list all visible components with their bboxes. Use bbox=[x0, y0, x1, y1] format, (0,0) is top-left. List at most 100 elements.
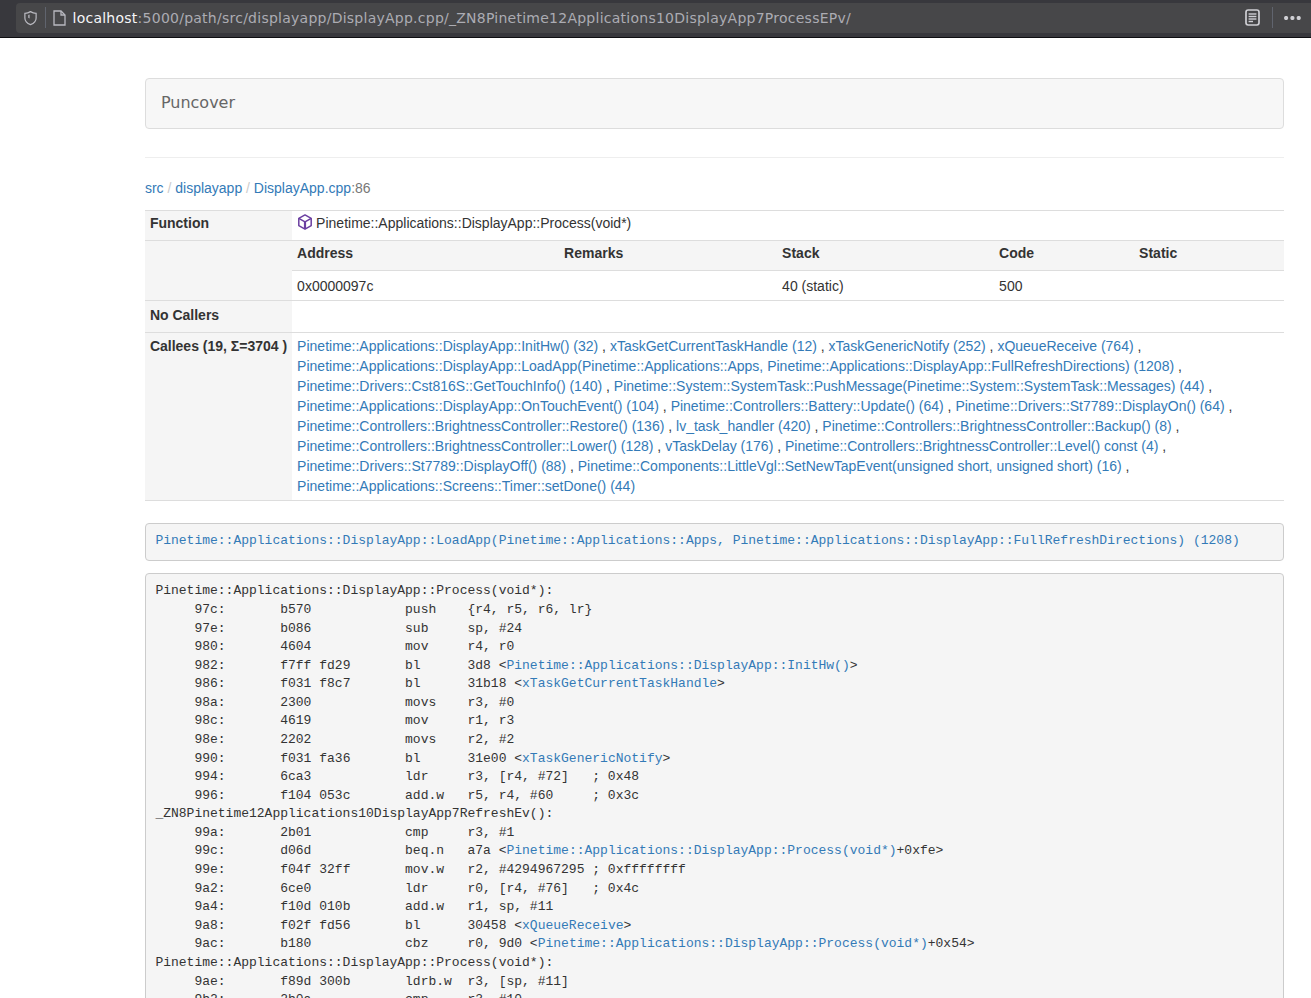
shield-icon[interactable] bbox=[16, 10, 45, 26]
divider bbox=[145, 157, 1285, 158]
column-header-stack: Stack bbox=[777, 241, 994, 271]
callee-link[interactable]: Pinetime::Controllers::BrightnessControl… bbox=[785, 438, 1158, 454]
url-path: :5000/path/src/displayapp/DisplayApp.cpp… bbox=[138, 10, 851, 26]
callee-link[interactable]: Pinetime::Controllers::Battery::Update()… bbox=[671, 398, 944, 414]
callee-link[interactable]: Pinetime::Drivers::St7789::DisplayOn() (… bbox=[955, 398, 1224, 414]
callee-link[interactable]: Pinetime::Controllers::BrightnessControl… bbox=[297, 438, 653, 454]
callee-link[interactable]: xQueueReceive (764) bbox=[997, 338, 1133, 354]
value-stack: 40 (static) bbox=[777, 271, 994, 301]
column-header-code: Code bbox=[994, 241, 1134, 271]
callee-separator: , bbox=[944, 398, 956, 414]
value-address: 0x0000097c bbox=[292, 271, 559, 301]
content: Puncover src / displayapp / DisplayApp.c… bbox=[145, 38, 1285, 998]
function-details-row: AddressRemarksStackCodeStatic 0x0000097c… bbox=[145, 240, 1285, 300]
callee-separator: , bbox=[659, 398, 671, 414]
callees-line: Pinetime::Applications::Screens::Timer::… bbox=[297, 476, 1279, 496]
callee-separator: , bbox=[1204, 378, 1212, 394]
callers-row: No Callers bbox=[145, 301, 1285, 332]
snippet-box: Pinetime::Applications::DisplayApp::Load… bbox=[145, 523, 1285, 562]
callee-link[interactable]: Pinetime::Applications::DisplayApp::Load… bbox=[297, 358, 1174, 374]
disassembly-symbol-link[interactable]: Pinetime::Applications::DisplayApp::Proc… bbox=[506, 843, 896, 858]
callees-line: Pinetime::Controllers::BrightnessControl… bbox=[297, 416, 1279, 436]
page-actions-ellipsis-icon[interactable] bbox=[1273, 16, 1311, 20]
value-code: 500 bbox=[994, 271, 1134, 301]
callee-link[interactable]: lv_task_handler (420) bbox=[676, 418, 811, 434]
callee-separator: , bbox=[1174, 358, 1182, 374]
url-host: localhost bbox=[73, 10, 138, 26]
callees-list: Pinetime::Applications::DisplayApp::Init… bbox=[292, 332, 1284, 500]
page-icon[interactable] bbox=[46, 10, 73, 26]
reader-mode-icon[interactable] bbox=[1244, 9, 1272, 26]
url-text[interactable]: localhost:5000/path/src/displayapp/Displ… bbox=[73, 8, 1245, 28]
value-remarks bbox=[559, 271, 777, 301]
callers-label: No Callers bbox=[145, 301, 292, 332]
callee-separator: , bbox=[1134, 338, 1142, 354]
callee-separator: , bbox=[602, 378, 614, 394]
callee-separator: , bbox=[773, 438, 785, 454]
disassembly-symbol-link[interactable]: xQueueReceive bbox=[522, 918, 623, 933]
function-name: Pinetime::Applications::DisplayApp::Proc… bbox=[316, 213, 631, 233]
callees-label: Callees (19, Σ=3704 ) bbox=[145, 332, 292, 500]
callee-separator: , bbox=[598, 338, 610, 354]
function-row-label: Function bbox=[145, 210, 292, 240]
callee-separator: , bbox=[817, 338, 829, 354]
symbol-table: Function Pinetime::Applications::Display… bbox=[145, 210, 1285, 501]
callee-link[interactable]: Pinetime::System::SystemTask::PushMessag… bbox=[614, 378, 1205, 394]
callee-link[interactable]: Pinetime::Applications::DisplayApp::OnTo… bbox=[297, 398, 659, 414]
breadcrumb-link-DisplayApp.cpp[interactable]: DisplayApp.cpp bbox=[254, 180, 351, 196]
callee-separator: , bbox=[811, 418, 823, 434]
disassembly-symbol-link[interactable]: Pinetime::Applications::DisplayApp::Proc… bbox=[538, 936, 928, 951]
browser-toolbar: localhost:5000/path/src/displayapp/Displ… bbox=[0, 0, 1311, 38]
callees-line: Pinetime::Applications::DisplayApp::OnTo… bbox=[297, 396, 1279, 416]
value-static bbox=[1134, 271, 1284, 301]
breadcrumb-separator: / bbox=[164, 180, 176, 196]
disassembly-symbol-link[interactable]: xTaskGenericNotify bbox=[522, 751, 662, 766]
callees-line: Pinetime::Drivers::St7789::DisplayOff() … bbox=[297, 456, 1279, 476]
callees-line: Pinetime::Controllers::BrightnessControl… bbox=[297, 436, 1279, 456]
callees-row: Callees (19, Σ=3704 ) Pinetime::Applicat… bbox=[145, 332, 1285, 500]
callee-link[interactable]: xTaskGetCurrentTaskHandle (12) bbox=[610, 338, 817, 354]
breadcrumb-line-number: :86 bbox=[351, 180, 370, 196]
disassembly-symbol-link[interactable]: Pinetime::Applications::DisplayApp::Init… bbox=[506, 658, 849, 673]
column-header-address: Address bbox=[292, 241, 559, 271]
disassembly-symbol-link[interactable]: xTaskGetCurrentTaskHandle bbox=[522, 676, 717, 691]
callee-separator: , bbox=[653, 438, 665, 454]
callee-separator: , bbox=[1122, 458, 1130, 474]
callee-separator: , bbox=[1225, 398, 1233, 414]
callee-link[interactable]: Pinetime::Components::LittleVgl::SetNewT… bbox=[578, 458, 1122, 474]
disassembly-code: Pinetime::Applications::DisplayApp::Proc… bbox=[155, 583, 974, 998]
function-details-table: AddressRemarksStackCodeStatic 0x0000097c… bbox=[292, 241, 1284, 300]
column-header-static: Static bbox=[1134, 241, 1284, 271]
callee-link[interactable]: Pinetime::Drivers::St7789::DisplayOff() … bbox=[297, 458, 566, 474]
snippet-link[interactable]: Pinetime::Applications::DisplayApp::Load… bbox=[155, 533, 1239, 548]
callees-line: Pinetime::Drivers::Cst816S::GetTouchInfo… bbox=[297, 376, 1279, 396]
callees-line: Pinetime::Applications::DisplayApp::Load… bbox=[297, 356, 1279, 376]
app-title-panel: Puncover bbox=[145, 78, 1285, 129]
breadcrumb-separator: / bbox=[242, 180, 254, 196]
callee-separator: , bbox=[566, 458, 578, 474]
callee-link[interactable]: vTaskDelay (176) bbox=[665, 438, 773, 454]
breadcrumb: src / displayapp / DisplayApp.cpp:86 bbox=[145, 178, 1285, 198]
function-row: Function Pinetime::Applications::Display… bbox=[145, 210, 1285, 240]
page: Puncover src / displayapp / DisplayApp.c… bbox=[0, 38, 1311, 998]
callee-link[interactable]: Pinetime::Controllers::BrightnessControl… bbox=[822, 418, 1171, 434]
callee-link[interactable]: Pinetime::Drivers::Cst816S::GetTouchInfo… bbox=[297, 378, 602, 394]
app-title: Puncover bbox=[161, 93, 235, 112]
details-header-row: AddressRemarksStackCodeStatic bbox=[292, 241, 1284, 271]
callee-separator: , bbox=[986, 338, 998, 354]
callee-separator: , bbox=[1158, 438, 1166, 454]
callee-link[interactable]: Pinetime::Applications::Screens::Timer::… bbox=[297, 478, 635, 494]
details-value-row: 0x0000097c 40 (static)500 bbox=[292, 271, 1284, 301]
breadcrumb-link-src[interactable]: src bbox=[145, 180, 164, 196]
callee-separator: , bbox=[664, 418, 676, 434]
url-bar[interactable]: localhost:5000/path/src/displayapp/Displ… bbox=[16, 3, 1311, 33]
callees-line: Pinetime::Applications::DisplayApp::Init… bbox=[297, 336, 1279, 356]
column-header-remarks: Remarks bbox=[559, 241, 777, 271]
callee-link[interactable]: Pinetime::Applications::DisplayApp::Init… bbox=[297, 338, 598, 354]
callee-link[interactable]: Pinetime::Controllers::BrightnessControl… bbox=[297, 418, 664, 434]
callee-link[interactable]: xTaskGenericNotify (252) bbox=[829, 338, 986, 354]
breadcrumb-link-displayapp[interactable]: displayapp bbox=[175, 180, 242, 196]
package-cube-icon bbox=[298, 214, 312, 230]
disassembly-box: Pinetime::Applications::DisplayApp::Proc… bbox=[145, 573, 1285, 998]
callee-separator: , bbox=[1172, 418, 1180, 434]
